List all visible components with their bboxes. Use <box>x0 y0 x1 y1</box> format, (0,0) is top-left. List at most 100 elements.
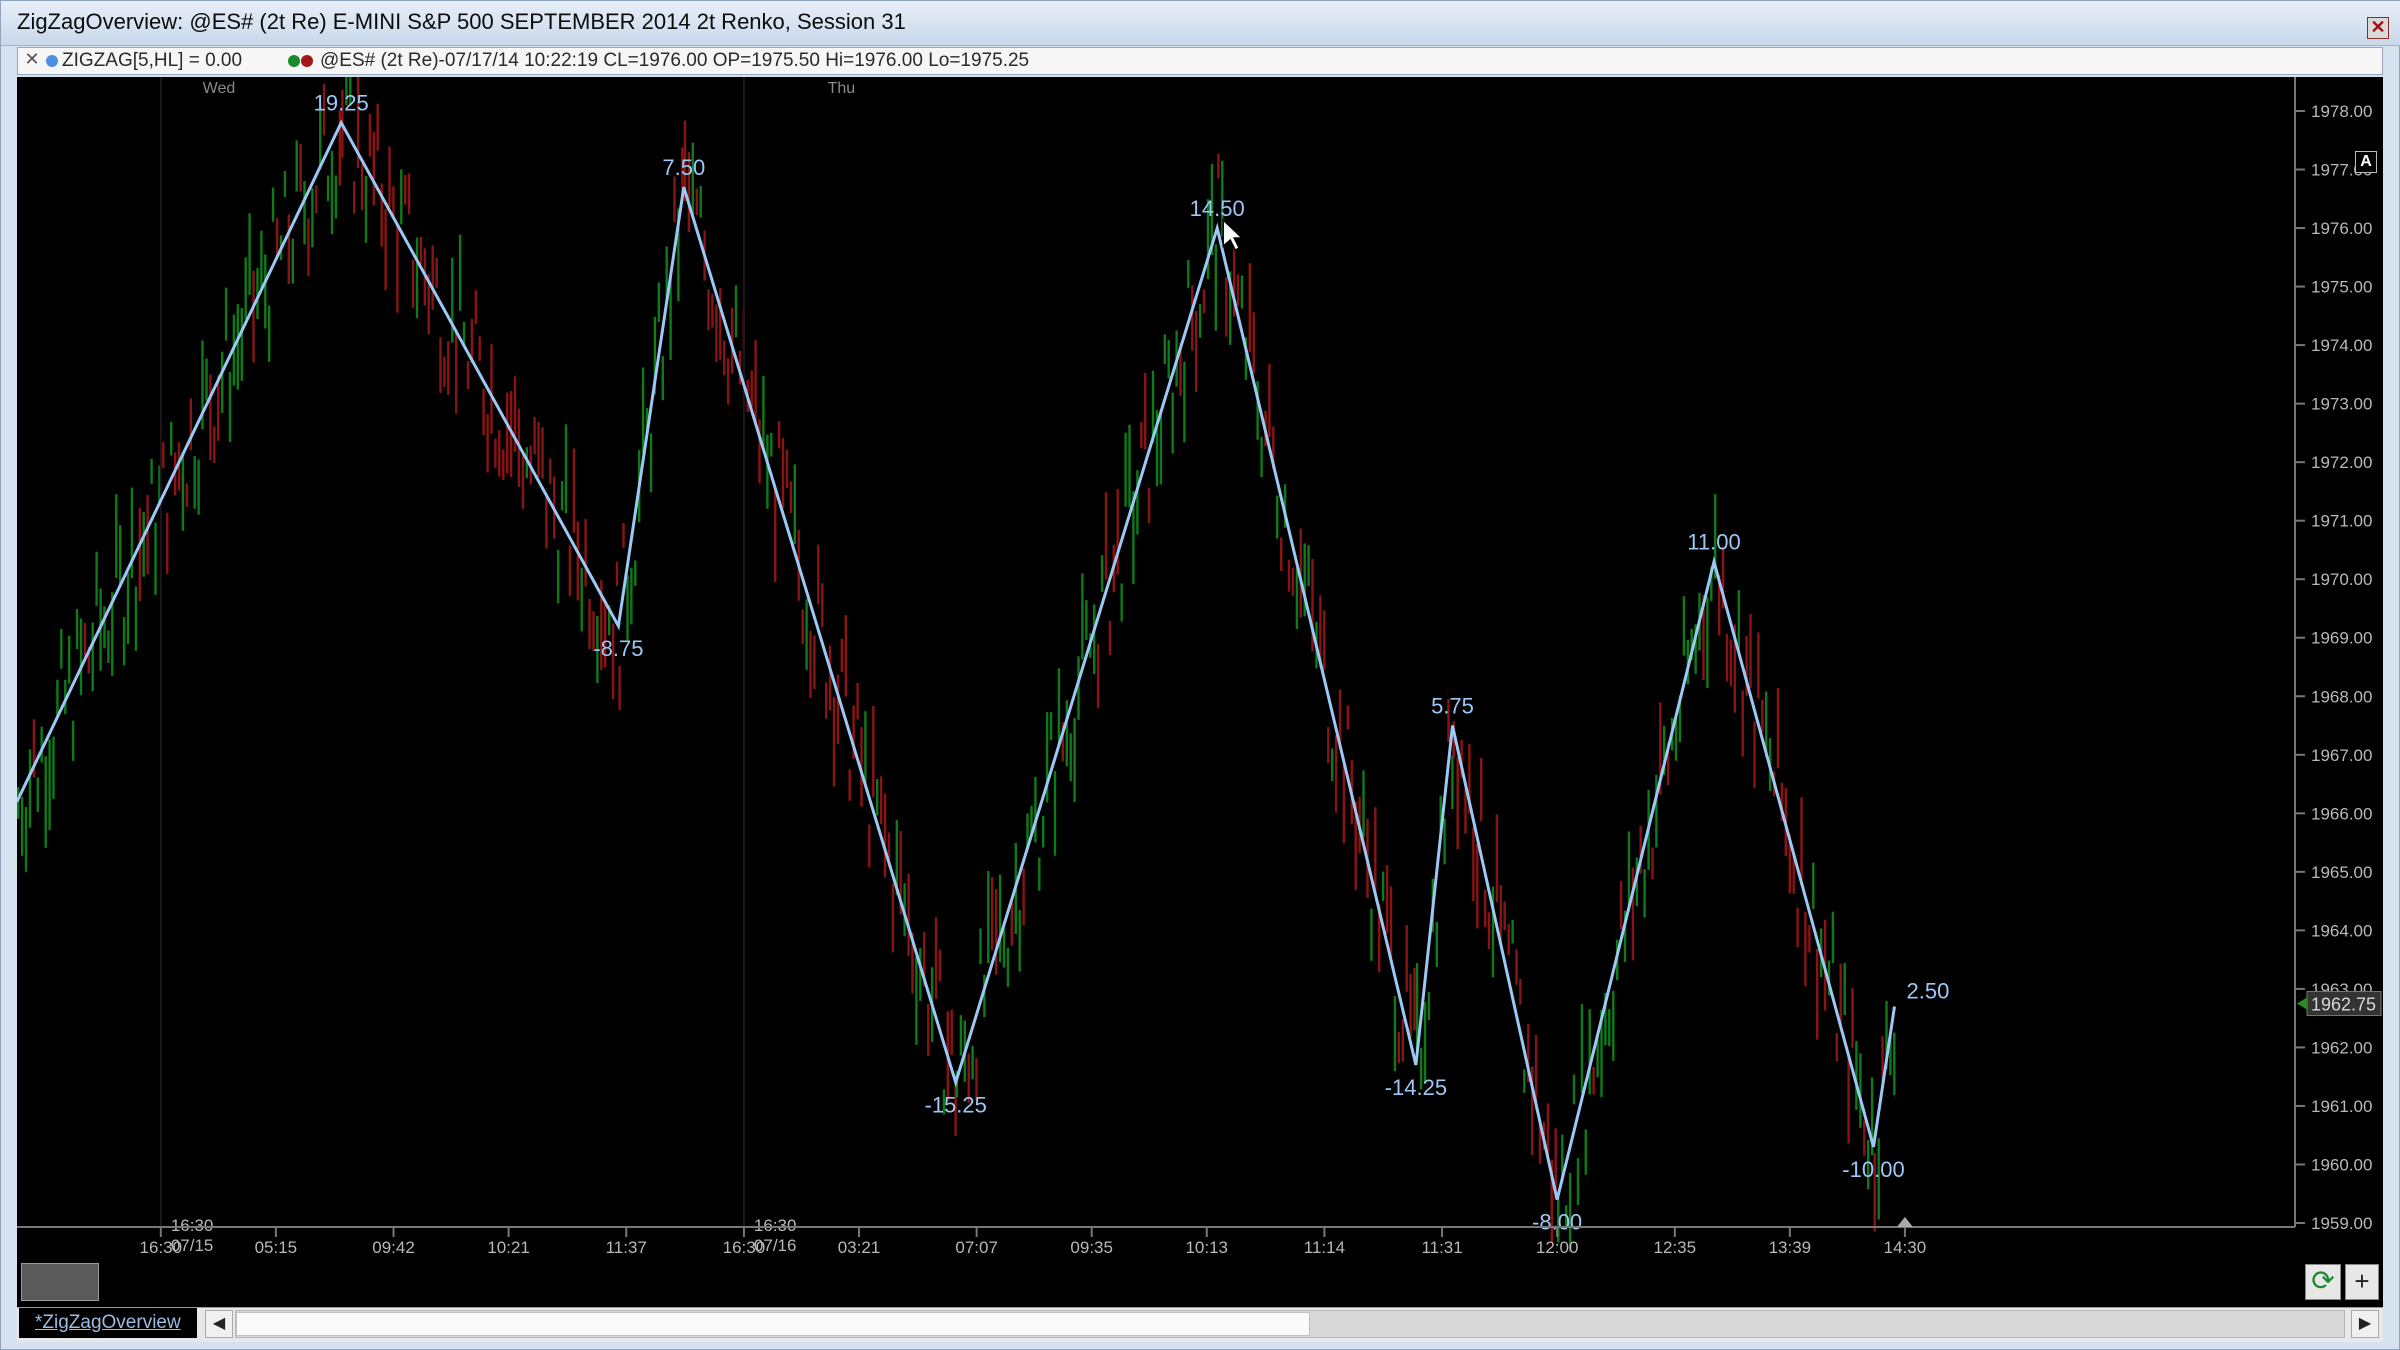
renko-brick <box>1435 922 1438 968</box>
renko-brick <box>431 245 434 310</box>
down-color-icon <box>301 55 313 67</box>
renko-brick <box>407 173 411 215</box>
renko-brick <box>1427 991 1431 1020</box>
renko-brick <box>626 575 629 642</box>
renko-brick <box>244 257 247 320</box>
refresh-icon[interactable]: ⟳ <box>2305 1264 2341 1300</box>
renko-brick <box>576 521 579 601</box>
renko-brick <box>291 238 294 284</box>
renko-brick <box>283 171 287 197</box>
renko-brick <box>79 618 83 696</box>
renko-brick <box>641 367 645 453</box>
renko-brick <box>1225 277 1228 337</box>
renko-brick <box>1167 339 1170 379</box>
renko-brick <box>224 287 228 341</box>
day-label: Wed <box>203 80 236 97</box>
renko-brick <box>521 455 525 509</box>
renko-brick <box>584 518 587 587</box>
renko-brick <box>832 696 836 787</box>
renko-brick <box>995 889 998 975</box>
scrollbar-thumb[interactable] <box>236 1312 1310 1336</box>
renko-brick <box>1073 718 1076 803</box>
renko-brick <box>1327 727 1330 764</box>
renko-brick <box>1893 1032 1896 1096</box>
renko-brick <box>1464 789 1467 834</box>
renko-brick <box>170 421 173 456</box>
renko-brick <box>872 705 875 798</box>
renko-brick <box>1580 1004 1584 1094</box>
renko-brick <box>762 375 765 450</box>
renko-brick <box>271 187 275 222</box>
renko-brick <box>1423 1002 1427 1083</box>
renko-brick <box>1507 924 1510 956</box>
horizontal-scrollbar[interactable] <box>235 1310 2345 1338</box>
time-tick-label: 09:35 <box>1070 1238 1113 1257</box>
renko-brick <box>844 615 847 697</box>
renko-brick <box>1389 886 1393 961</box>
renko-brick <box>715 304 718 363</box>
renko-brick <box>1006 947 1010 987</box>
scroll-right-icon[interactable]: ▶ <box>2351 1310 2379 1338</box>
renko-brick <box>1136 470 1139 535</box>
close-window-button[interactable]: ✕ <box>2367 17 2389 39</box>
renko-brick <box>1612 990 1615 1061</box>
renko-brick <box>876 779 879 816</box>
renko-brick <box>154 522 157 595</box>
renko-brick <box>817 544 820 605</box>
renko-brick <box>1381 871 1385 901</box>
renko-brick <box>415 237 419 319</box>
renko-brick <box>1038 857 1041 891</box>
remove-indicator-icon[interactable]: ✕ <box>22 49 42 71</box>
renko-brick <box>411 259 415 308</box>
renko-bars <box>17 77 1896 1252</box>
renko-brick <box>1483 889 1487 927</box>
tab-zigzagoverview[interactable]: *ZigZagOverview <box>19 1308 197 1338</box>
renko-brick <box>622 523 625 548</box>
renko-brick <box>549 458 552 484</box>
renko-brick <box>950 1009 953 1056</box>
title-bar[interactable]: ZigZagOverview: @ES# (2t Re) E-MINI S&P … <box>1 1 2400 46</box>
renko-brick <box>303 181 306 245</box>
swing-label: -15.25 <box>925 1093 987 1118</box>
renko-brick <box>840 638 844 673</box>
renko-brick <box>634 560 637 586</box>
price-chart[interactable]: 16:3007/1516:3007/16Wed Thu 19.25-8.757.5… <box>17 77 2383 1257</box>
renko-brick <box>580 567 583 632</box>
renko-brick <box>498 430 501 477</box>
renko-brick <box>1729 639 1733 687</box>
mouse-cursor <box>1222 218 1245 252</box>
auto-scale-button[interactable]: A <box>2355 151 2377 173</box>
renko-brick <box>1741 690 1744 757</box>
renko-brick <box>1022 868 1025 926</box>
renko-brick <box>330 151 334 235</box>
window-title: ZigZagOverview: @ES# (2t Re) E-MINI S&P … <box>17 9 906 34</box>
renko-brick <box>1374 807 1377 893</box>
renko-brick <box>588 599 591 650</box>
renko-brick <box>458 234 462 311</box>
renko-brick <box>209 374 212 460</box>
renko-brick <box>723 340 726 376</box>
renko-brick <box>146 495 149 575</box>
renko-brick <box>1042 815 1045 848</box>
add-icon[interactable]: + <box>2345 1264 2379 1300</box>
renko-brick <box>1682 596 1686 656</box>
renko-brick <box>71 720 75 761</box>
renko-brick <box>1240 275 1244 309</box>
renko-brick <box>750 370 753 408</box>
renko-brick <box>295 140 298 192</box>
renko-brick <box>334 175 338 219</box>
renko-brick <box>971 1045 974 1080</box>
time-tick-label: 11:37 <box>606 1238 647 1257</box>
chart-plot-area[interactable]: 16:30 07/15 16:30 07/16 Wed Thu 19.25 -8.75 7.5… <box>17 77 2383 1257</box>
renko-brick <box>1401 1019 1404 1062</box>
swing-label: 11.00 <box>1687 530 1740 555</box>
renko-brick <box>572 448 576 533</box>
time-tick-label: 16:30 <box>723 1238 766 1257</box>
navigator-thumbnail[interactable] <box>21 1263 99 1301</box>
scroll-left-icon[interactable]: ◀ <box>205 1310 233 1338</box>
swing-label: 14.50 <box>1190 196 1245 221</box>
price-tick-label: 1969.00 <box>2311 629 2372 648</box>
renko-brick <box>486 414 489 473</box>
renko-brick <box>150 458 153 484</box>
renko-brick <box>657 282 660 323</box>
